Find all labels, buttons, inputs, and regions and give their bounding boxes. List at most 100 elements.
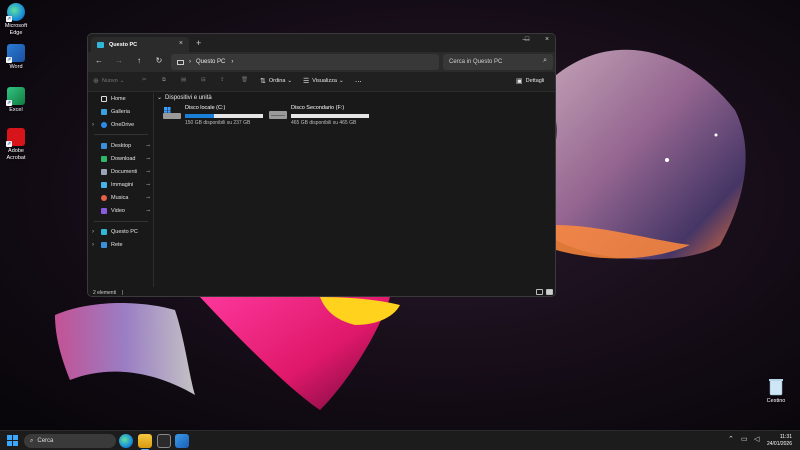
sidebar-item-gallery[interactable]: Galleria (88, 106, 154, 118)
taskbar-search[interactable]: ⌕ Cerca (24, 434, 116, 448)
group-title: Dispositivi e unità (165, 94, 212, 101)
sidebar-item-documents[interactable]: Documenti ⊸ (88, 166, 154, 178)
drive-item-f[interactable]: Disco Secondario (F:) 465 GB disponibili… (269, 103, 369, 129)
file-explorer-taskbar-icon[interactable] (138, 434, 152, 448)
word-icon: ↗ (6, 44, 25, 63)
desktop-shortcut-label: Microsoft Edge (4, 23, 28, 36)
close-tab-icon[interactable]: × (179, 40, 183, 47)
pin-icon: ⊸ (146, 182, 151, 188)
paste-icon[interactable]: ▤ (181, 77, 186, 83)
desktop-recycle-bin[interactable]: Cestino (760, 378, 792, 404)
music-icon (101, 195, 107, 201)
copy-icon[interactable]: ⧉ (162, 77, 166, 84)
search-box[interactable]: Cerca in Questo PC ⌕ (443, 54, 553, 70)
view-button-label: Visualizza (312, 78, 337, 84)
desktop-shortcut-edge[interactable]: ↗ Microsoft Edge (0, 3, 32, 36)
desktop-icon (101, 143, 107, 149)
new-button-label: Nuovo (101, 78, 118, 84)
breadcrumb-item[interactable]: Questo PC (196, 59, 225, 65)
monitor-icon (177, 59, 184, 65)
start-button[interactable] (7, 435, 18, 446)
chevron-right-icon[interactable]: › (92, 229, 94, 235)
drive-usage-bar (291, 114, 369, 118)
details-view-button[interactable] (536, 289, 543, 295)
this-pc-icon (97, 41, 104, 48)
desktop-shortcut-word[interactable]: ↗ Word (0, 44, 32, 71)
sidebar-item-this-pc[interactable]: › Questo PC (88, 226, 154, 238)
tab-questo-pc[interactable]: Questo PC × (91, 37, 189, 52)
share-icon[interactable]: ⇪ (220, 77, 225, 83)
chevron-down-icon: ⌄ (119, 78, 125, 84)
path-breadcrumb[interactable]: › Questo PC › (171, 54, 439, 70)
windows-logo-icon (13, 441, 18, 446)
drive-usage-bar (185, 114, 263, 118)
desktop-shortcut-excel[interactable]: ↗ Excel (0, 87, 32, 114)
plus-circle-icon: ⊕ (93, 78, 99, 85)
system-clock[interactable]: 11:31 24/01/2026 (767, 434, 792, 448)
tab-title: Questo PC (109, 41, 138, 48)
search-input[interactable]: Cerca in Questo PC (449, 59, 502, 65)
pictures-icon (101, 182, 107, 188)
file-list: ⌄ Dispositivi e unità Disco locale (C:) … (155, 93, 555, 287)
pin-icon: ⊸ (146, 208, 151, 214)
clock-time: 11:31 (779, 434, 792, 440)
chevron-right-icon[interactable]: › (92, 242, 94, 248)
large-icons-view-button[interactable] (546, 289, 553, 295)
drive-windows-icon (163, 107, 181, 119)
store-taskbar-icon[interactable] (157, 434, 171, 448)
sidebar-item-label: Musica (111, 195, 129, 201)
network-tray-icon[interactable]: ▭ (741, 435, 748, 443)
back-button[interactable]: ← (93, 56, 105, 65)
volume-icon[interactable]: ◁ (754, 435, 759, 443)
refresh-button[interactable]: ↻ (153, 56, 165, 65)
windows-logo-icon (7, 435, 12, 440)
drive-usage-fill (185, 114, 214, 118)
up-button[interactable]: ↑ (133, 56, 145, 65)
close-window-button[interactable]: × (541, 36, 553, 43)
sidebar-item-label: Desktop (111, 143, 132, 149)
desktop-shortcut-acrobat[interactable]: ↗ Adobe Acrobat (0, 128, 32, 161)
chevron-right-icon[interactable]: › (92, 122, 94, 128)
view-icon: ☰ (303, 78, 310, 85)
acrobat-icon: ↗ (6, 128, 25, 147)
sidebar-item-desktop[interactable]: Desktop ⊸ (88, 140, 154, 152)
edge-taskbar-icon[interactable] (119, 434, 133, 448)
cut-icon[interactable]: ✂ (142, 77, 147, 83)
new-tab-button[interactable]: + (196, 38, 201, 48)
sidebar-item-onedrive[interactable]: › OneDrive (88, 119, 154, 131)
taskbar-search-input[interactable]: Cerca (37, 438, 53, 444)
rename-icon[interactable]: ⊟ (201, 77, 206, 83)
sort-button[interactable]: ⇅ Ordina ⌄ (260, 77, 292, 85)
pin-icon: ⊸ (146, 143, 151, 149)
title-bar[interactable]: Questo PC × + — □ × (88, 34, 555, 52)
recycle-bin-icon (769, 379, 783, 396)
sidebar-item-download[interactable]: Download ⊸ (88, 153, 154, 165)
details-button[interactable]: ▣ Dettagli (516, 77, 544, 85)
delete-icon[interactable]: 🗑 (241, 77, 248, 83)
file-explorer-window[interactable]: Questo PC × + — □ × ← → ↑ ↻ › Questo PC … (87, 33, 556, 297)
sidebar-item-label: OneDrive (111, 122, 135, 128)
sidebar-item-network[interactable]: › Rete (88, 239, 154, 251)
edge-icon: ↗ (6, 3, 25, 22)
view-button[interactable]: ☰ Visualizza ⌄ (303, 77, 344, 85)
maximize-square-icon[interactable]: □ (521, 36, 533, 43)
mail-taskbar-icon[interactable] (175, 434, 189, 448)
home-icon (101, 96, 107, 102)
drive-space-info: 150 GB disponibili su 237 GB (185, 120, 251, 126)
status-separator: | (122, 289, 124, 296)
chevron-up-icon[interactable]: ⌃ (728, 435, 734, 443)
new-button[interactable]: ⊕ Nuovo ⌄ (93, 77, 124, 85)
sidebar-item-pictures[interactable]: Immagini ⊸ (88, 179, 154, 191)
details-button-label: Dettagli (525, 78, 545, 84)
group-header[interactable]: ⌄ Dispositivi e unità (157, 94, 212, 102)
download-icon (101, 156, 107, 162)
more-options-button[interactable]: ... (355, 75, 362, 84)
pin-icon: ⊸ (146, 169, 151, 175)
forward-button[interactable]: → (113, 56, 125, 65)
drive-item-c[interactable]: Disco locale (C:) 150 GB disponibili su … (163, 103, 263, 129)
chevron-down-icon: ⌄ (338, 78, 344, 84)
sidebar-item-video[interactable]: Video ⊸ (88, 205, 154, 217)
sidebar-item-home[interactable]: Home (88, 93, 154, 105)
clock-date: 24/01/2026 (766, 441, 792, 447)
sidebar-item-music[interactable]: Musica ⊸ (88, 192, 154, 204)
